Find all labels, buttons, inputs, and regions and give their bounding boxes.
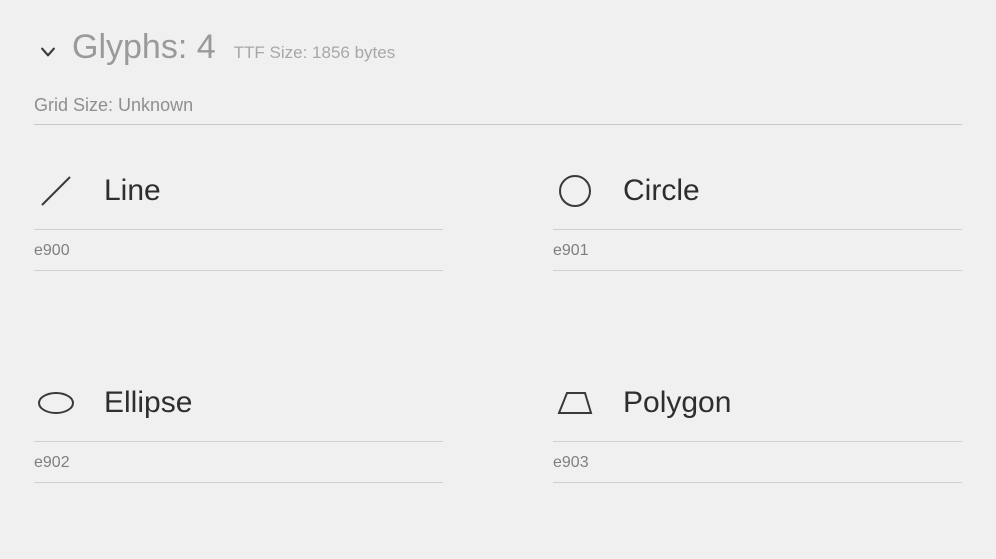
ellipse-icon: [34, 381, 78, 425]
glyph-code[interactable]: e900: [34, 230, 443, 271]
glyph-code[interactable]: e903: [553, 442, 962, 483]
chevron-down-icon[interactable]: [34, 38, 62, 66]
grid-size-row: Grid Size: Unknown: [34, 95, 962, 125]
glyph-card[interactable]: Circle e901: [553, 169, 962, 271]
polygon-icon: [553, 381, 597, 425]
ttf-size-label: TTF Size: 1856 bytes: [234, 43, 396, 63]
glyph-name[interactable]: Ellipse: [104, 386, 443, 420]
glyph-card[interactable]: Line e900: [34, 169, 443, 271]
glyph-card[interactable]: Polygon e903: [553, 381, 962, 483]
glyph-name[interactable]: Line: [104, 174, 443, 208]
glyph-code[interactable]: e901: [553, 230, 962, 271]
glyph-name[interactable]: Polygon: [623, 386, 962, 420]
glyph-code[interactable]: e902: [34, 442, 443, 483]
glyph-name[interactable]: Circle: [623, 174, 962, 208]
section-header: Glyphs: 4 TTF Size: 1856 bytes: [34, 28, 962, 67]
glyph-card[interactable]: Ellipse e902: [34, 381, 443, 483]
circle-icon: [553, 169, 597, 213]
section-title: Glyphs: 4: [72, 28, 216, 67]
line-icon: [34, 169, 78, 213]
